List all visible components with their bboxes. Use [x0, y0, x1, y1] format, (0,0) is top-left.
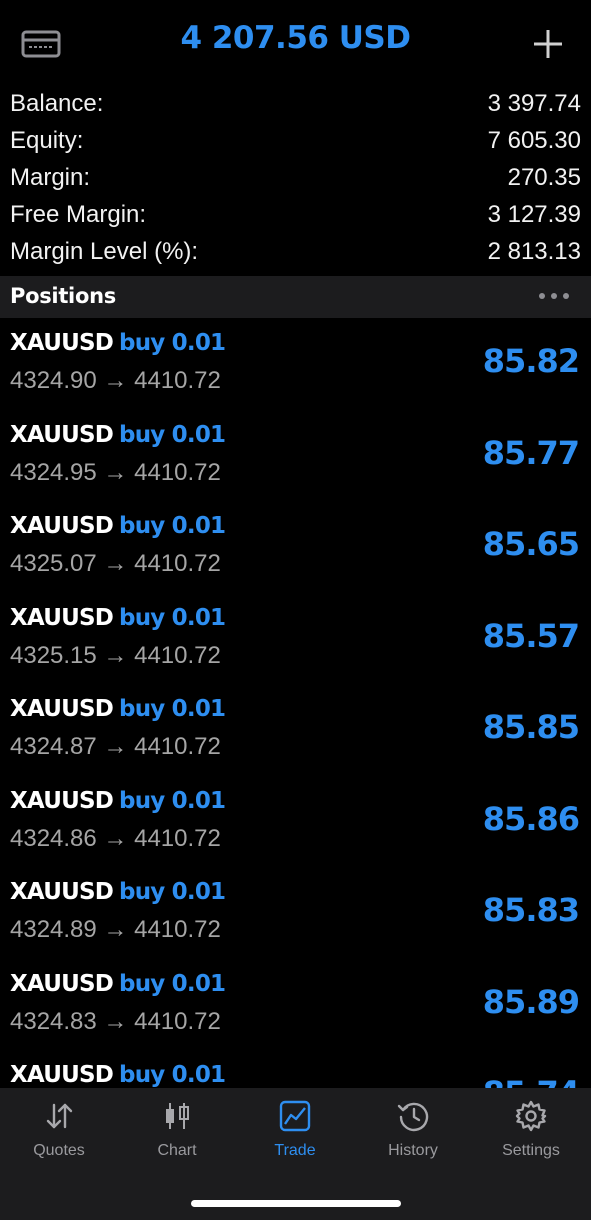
tab-label: Quotes	[33, 1142, 85, 1159]
position-side: buy 0.01	[119, 421, 226, 448]
plus-icon[interactable]	[528, 24, 568, 64]
summary-label: Margin:	[10, 164, 91, 191]
position-row[interactable]: XAUUSDbuy 0.01 85.74	[0, 1050, 591, 1088]
position-side: buy 0.01	[119, 513, 226, 539]
quotes-arrows-icon	[43, 1100, 75, 1132]
position-profit: 85.57	[482, 616, 580, 655]
position-row[interactable]: XAUUSD buy 0.01 4324.83 → 4410.72 85.89	[0, 959, 591, 1051]
position-prices: 4325.07 → 4410.72	[10, 550, 221, 577]
home-indicator	[191, 1200, 401, 1207]
more-dots-icon[interactable]	[537, 286, 571, 306]
positions-header: Positions	[0, 276, 591, 318]
tab-label: Settings	[502, 1142, 560, 1159]
position-profit: 85.83	[482, 891, 580, 929]
top-bar: 4 207.56 USD	[0, 0, 591, 88]
position-symbol: XAUUSD	[10, 513, 114, 539]
position-side: buy 0.01	[119, 787, 226, 814]
position-profit: 85.74	[483, 1074, 580, 1088]
position-row[interactable]: XAUUSD buy 0.01 4325.07 → 4410.72 85.65	[0, 501, 591, 593]
position-side: buy 0.01	[119, 604, 226, 631]
summary-row-margin-level: Margin Level (%): 2 813.13	[0, 234, 591, 271]
position-symbol: XAUUSD	[10, 696, 114, 722]
summary-value: 2 813.13	[487, 238, 581, 265]
summary-value: 7 605.30	[487, 127, 581, 154]
position-symbol: XAUUSD	[10, 604, 114, 631]
tab-quotes[interactable]: Quotes	[0, 1100, 118, 1164]
summary-row-equity: Equity: 7 605.30	[0, 123, 591, 160]
position-row[interactable]: XAUUSD buy 0.01 4324.87 → 4410.72 85.85	[0, 684, 591, 776]
position-prices: 4324.83 → 4410.72	[10, 1007, 221, 1035]
summary-value: 3 127.39	[487, 201, 581, 228]
summary-label: Balance:	[10, 90, 104, 117]
position-profit: 85.85	[482, 708, 580, 746]
trade-chart-icon	[279, 1100, 311, 1132]
position-symbol: XAUUSD	[10, 787, 114, 814]
gear-icon	[515, 1100, 547, 1132]
position-symbol: XAUUSD	[10, 421, 114, 448]
history-clock-icon	[397, 1100, 429, 1132]
summary-label: Equity:	[10, 127, 84, 154]
position-symbol: XAUUSD	[10, 1062, 114, 1088]
position-row[interactable]: XAUUSD buy 0.01 4324.95 → 4410.72 85.77	[0, 410, 591, 502]
position-prices: 4324.87 → 4410.72	[10, 733, 221, 760]
account-total: 4 207.56 USD	[180, 20, 411, 56]
tab-history[interactable]: History	[354, 1100, 472, 1164]
position-profit: 85.82	[482, 342, 580, 380]
position-side: buy 0.01	[119, 970, 226, 997]
tab-label: Chart	[157, 1142, 197, 1159]
position-row[interactable]: XAUUSD buy 0.01 4324.89 → 4410.72 85.83	[0, 867, 591, 959]
position-row[interactable]: XAUUSD buy 0.01 4325.15 → 4410.72 85.57	[0, 593, 591, 685]
position-prices: 4324.86 → 4410.72	[10, 824, 221, 852]
summary-label: Free Margin:	[10, 201, 147, 228]
summary-row-balance: Balance: 3 397.74	[0, 86, 591, 123]
summary-label: Margin Level (%):	[10, 238, 199, 265]
position-side: buy 0.01	[119, 879, 226, 905]
positions-list: XAUUSD buy 0.01 4324.90 → 4410.72 85.82 X…	[0, 318, 591, 1088]
tab-label: History	[388, 1142, 438, 1159]
tab-label: Trade	[274, 1142, 316, 1159]
position-prices: 4325.15 → 4410.72	[10, 641, 221, 669]
summary-row-free-margin: Free Margin: 3 127.39	[0, 197, 591, 234]
position-symbol: XAUUSD	[10, 330, 114, 356]
position-profit: 85.86	[482, 799, 580, 838]
position-profit: 85.89	[482, 982, 580, 1021]
tab-chart[interactable]: Chart	[118, 1100, 236, 1164]
summary-row-margin: Margin: 270.35	[0, 160, 591, 197]
position-side: buy 0.01	[119, 696, 226, 722]
tab-settings[interactable]: Settings	[472, 1100, 590, 1164]
position-symbol: XAUUSD	[10, 970, 114, 997]
candlestick-chart-icon	[161, 1100, 193, 1132]
summary-value: 3 397.74	[487, 90, 581, 117]
positions-title: Positions	[10, 284, 116, 308]
summary-value: 270.35	[507, 164, 581, 191]
position-prices: 4324.95 → 4410.72	[10, 458, 221, 486]
position-profit: 85.77	[482, 433, 580, 472]
position-side: buy 0.01	[119, 1062, 226, 1088]
tab-trade[interactable]: Trade	[236, 1100, 354, 1164]
position-prices: 4324.89 → 4410.72	[10, 916, 221, 943]
position-row[interactable]: XAUUSD buy 0.01 4324.86 → 4410.72 85.86	[0, 776, 591, 868]
position-side: buy 0.01	[119, 330, 226, 356]
account-summary: Balance: 3 397.74 Equity: 7 605.30 Margi…	[0, 86, 591, 271]
position-profit: 85.65	[482, 525, 580, 563]
position-symbol: XAUUSD	[10, 879, 114, 905]
position-row[interactable]: XAUUSD buy 0.01 4324.90 → 4410.72 85.82	[0, 318, 591, 410]
position-prices: 4324.90 → 4410.72	[10, 367, 221, 394]
